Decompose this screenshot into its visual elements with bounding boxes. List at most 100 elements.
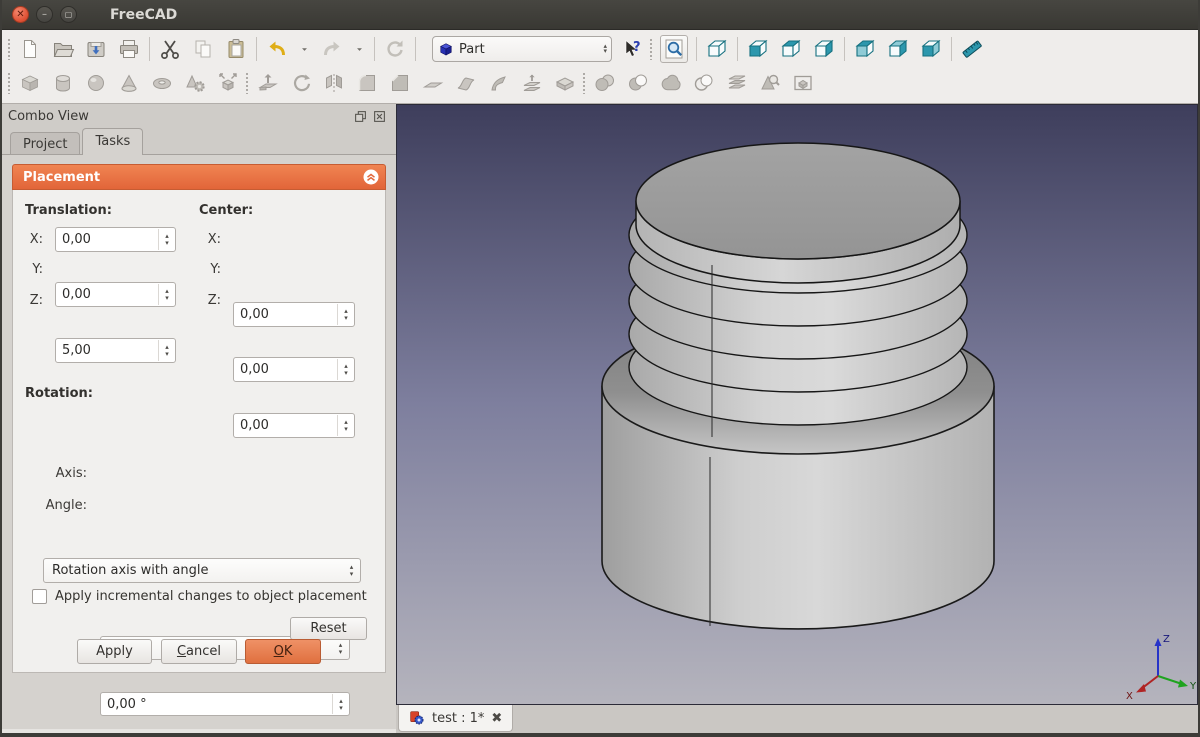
apply-button[interactable]: Apply xyxy=(77,639,152,664)
undo-menu-button[interactable] xyxy=(298,37,311,61)
apply-incremental-checkbox[interactable] xyxy=(32,589,47,604)
refresh-button[interactable] xyxy=(383,37,407,61)
window-maximize-button[interactable]: ▢ xyxy=(60,6,77,23)
primitives-button[interactable] xyxy=(183,71,207,95)
open-file-button[interactable] xyxy=(51,37,75,61)
part-top-face[interactable] xyxy=(636,143,960,259)
chamfer-button[interactable] xyxy=(388,71,412,95)
right-view-button[interactable] xyxy=(812,37,836,61)
angle-spinbox[interactable]: ▴▾ xyxy=(100,692,350,716)
toolbar-handle[interactable] xyxy=(7,38,12,60)
center-y-input[interactable] xyxy=(234,358,354,381)
center-z-input[interactable] xyxy=(234,414,354,437)
undo-button[interactable] xyxy=(265,37,289,61)
toolbar-area: Part ▴▾ xyxy=(2,30,1198,104)
boolean-cut-button[interactable] xyxy=(659,71,683,95)
sweep-button[interactable] xyxy=(487,71,511,95)
combo-view-titlebar[interactable]: Combo View xyxy=(2,104,396,126)
left-view-button[interactable] xyxy=(886,37,910,61)
rotation-mode-select[interactable]: Rotation axis with angle ▴▾ xyxy=(43,558,361,583)
spin-arrows-icon[interactable]: ▴▾ xyxy=(332,694,349,714)
cone-button[interactable] xyxy=(117,71,141,95)
translation-x-spinbox[interactable]: ▴▾ xyxy=(55,227,176,252)
spin-arrows-icon[interactable]: ▴▾ xyxy=(158,340,175,361)
3d-viewport[interactable]: Z Y X xyxy=(396,104,1198,705)
front-view-button[interactable] xyxy=(746,37,770,61)
bottom-view-button[interactable] xyxy=(919,37,943,61)
bottom-view-icon xyxy=(919,37,943,61)
tab-project[interactable]: Project xyxy=(10,132,80,155)
collapse-icon[interactable] xyxy=(363,169,379,185)
top-view-icon xyxy=(779,37,803,61)
print-button[interactable] xyxy=(117,37,141,61)
copy-button[interactable] xyxy=(191,37,215,61)
new-file-button[interactable] xyxy=(18,37,42,61)
torus-button[interactable] xyxy=(150,71,174,95)
center-x-input[interactable] xyxy=(234,303,354,326)
spin-arrows-icon[interactable]: ▴▾ xyxy=(158,229,175,250)
check-geometry-button[interactable] xyxy=(758,71,782,95)
whats-this-button[interactable] xyxy=(620,37,644,61)
shape-builder-button[interactable] xyxy=(216,71,240,95)
translation-y-spinbox[interactable]: ▴▾ xyxy=(55,282,176,307)
toolbar-handle[interactable] xyxy=(582,72,587,94)
cut-button[interactable] xyxy=(158,37,182,61)
cancel-button[interactable]: Cancel xyxy=(161,639,237,664)
box-button[interactable] xyxy=(18,71,42,95)
document-close-icon[interactable]: ✖ xyxy=(491,711,502,726)
redo-menu-button[interactable] xyxy=(353,37,366,61)
ruled-surface-button[interactable] xyxy=(454,71,478,95)
part-3d-object[interactable] xyxy=(602,143,994,629)
fit-all-button[interactable] xyxy=(660,35,688,63)
spin-arrows-icon[interactable]: ▴▾ xyxy=(337,359,354,380)
panel-float-button[interactable] xyxy=(354,110,367,123)
boolean-common-button[interactable] xyxy=(626,71,650,95)
toolbar-handle[interactable] xyxy=(245,72,250,94)
workbench-selector[interactable]: Part ▴▾ xyxy=(432,36,612,62)
top-view-button[interactable] xyxy=(779,37,803,61)
cross-sections-button[interactable] xyxy=(725,71,749,95)
ok-button[interactable]: OK xyxy=(245,639,321,664)
paste-icon xyxy=(224,37,248,61)
spin-arrows-icon[interactable]: ▴▾ xyxy=(158,284,175,305)
translation-z-spinbox[interactable]: ▴▾ xyxy=(55,338,176,363)
spin-arrows-icon[interactable]: ▴▾ xyxy=(337,304,354,325)
boolean-section-button[interactable] xyxy=(692,71,716,95)
fillet-icon xyxy=(355,71,379,95)
make-face-button[interactable] xyxy=(421,71,445,95)
save-button[interactable] xyxy=(84,37,108,61)
revolve-button[interactable] xyxy=(289,71,313,95)
paste-button[interactable] xyxy=(224,37,248,61)
boolean-union-button[interactable] xyxy=(593,71,617,95)
window-close-button[interactable]: ✕ xyxy=(12,6,29,23)
cylinder-button[interactable] xyxy=(51,71,75,95)
rear-view-button[interactable] xyxy=(853,37,877,61)
tasks-page: Placement Translation: Center: X: ▴▾ Y: … xyxy=(2,154,396,737)
extrude-button[interactable] xyxy=(256,71,280,95)
center-z-spinbox[interactable]: ▴▾ xyxy=(233,413,355,438)
fillet-button[interactable] xyxy=(355,71,379,95)
placement-task-header[interactable]: Placement xyxy=(12,164,386,190)
compound-button[interactable] xyxy=(791,71,815,95)
measure-distance-button[interactable] xyxy=(960,37,984,61)
axonometric-view-button[interactable] xyxy=(705,37,729,61)
redo-button[interactable] xyxy=(320,37,344,61)
document-tab[interactable]: test : 1* ✖ xyxy=(398,705,513,732)
toolbar-handle[interactable] xyxy=(7,72,12,94)
reset-button[interactable]: Reset xyxy=(290,617,367,640)
spin-arrows-icon[interactable]: ▴▾ xyxy=(337,415,354,436)
angle-input[interactable] xyxy=(101,693,349,715)
titlebar[interactable]: ✕ – ▢ FreeCAD xyxy=(0,0,1200,30)
loft-button[interactable] xyxy=(520,71,544,95)
panel-close-button[interactable] xyxy=(373,110,386,123)
tab-tasks[interactable]: Tasks xyxy=(82,128,143,155)
right-view-icon xyxy=(812,37,836,61)
center-x-spinbox[interactable]: ▴▾ xyxy=(233,302,355,327)
center-y-spinbox[interactable]: ▴▾ xyxy=(233,357,355,382)
thickness-button[interactable] xyxy=(553,71,577,95)
toolbar-handle[interactable] xyxy=(649,38,654,60)
mirror-button[interactable] xyxy=(322,71,346,95)
sphere-button[interactable] xyxy=(84,71,108,95)
window-minimize-button[interactable]: – xyxy=(36,6,53,23)
freecad-document-icon xyxy=(409,710,425,726)
